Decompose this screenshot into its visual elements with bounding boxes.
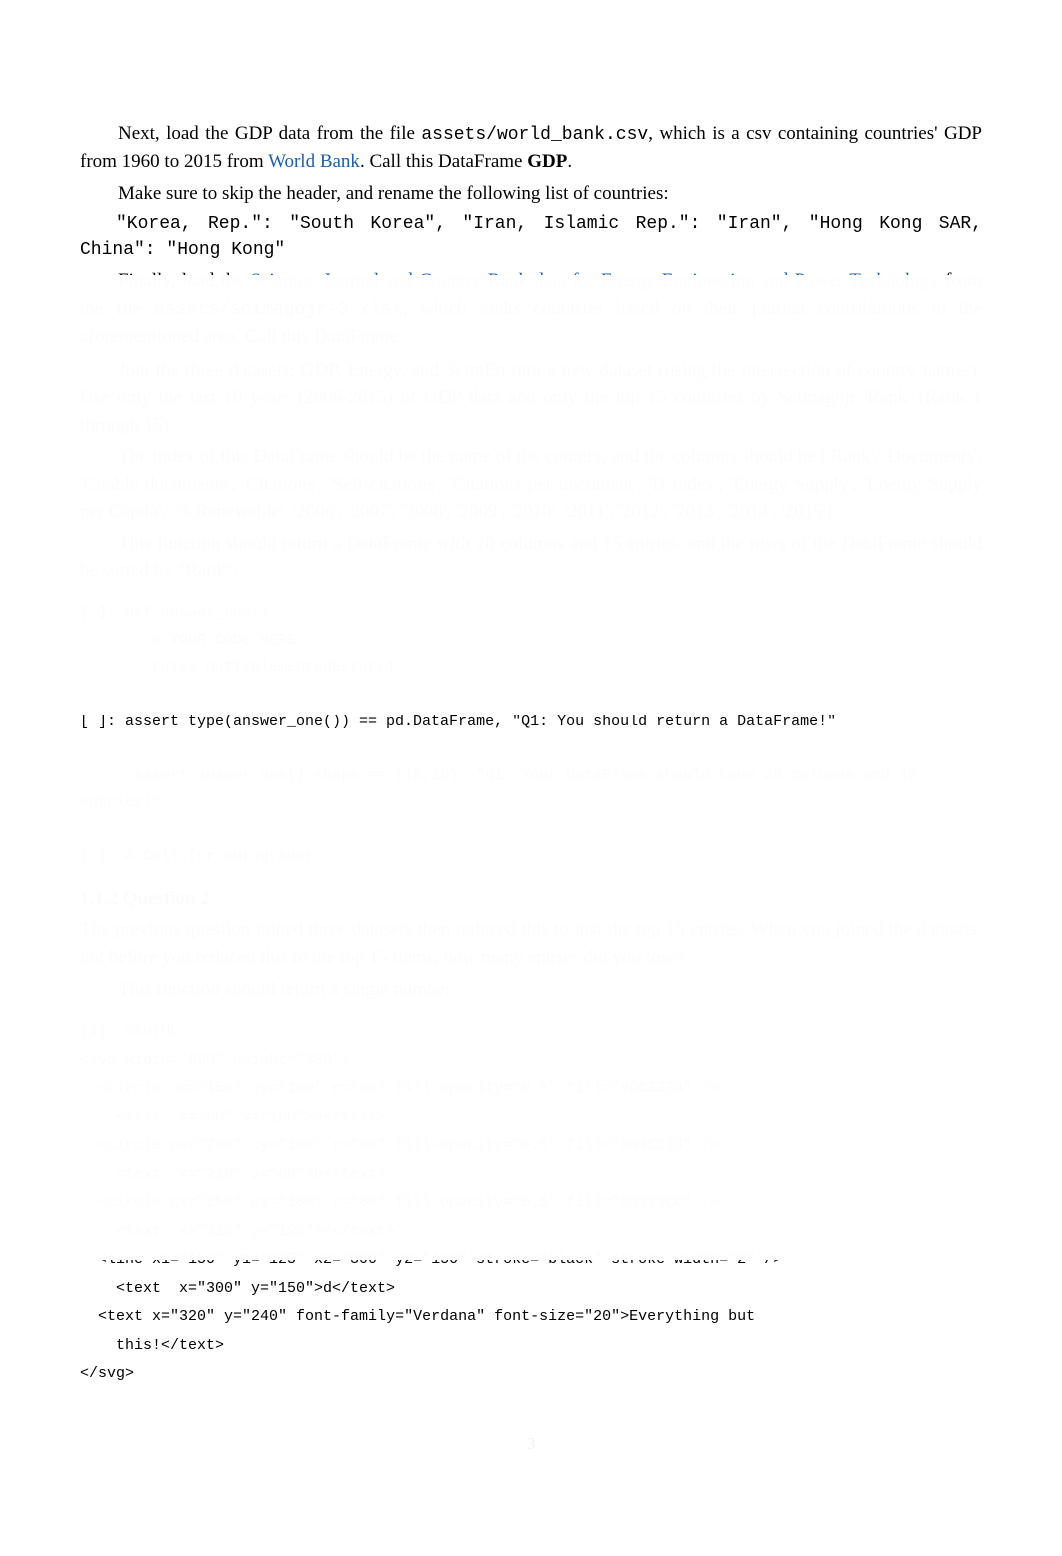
hidden-q2-heading: 1.1.2 Question 2 — [80, 885, 982, 913]
paragraph-skip-header: Make sure to skip the header, and rename… — [80, 180, 982, 208]
link-world-bank[interactable]: World Bank — [268, 151, 360, 172]
filename-worldbank-csv: assets/world_bank.csv — [421, 125, 648, 145]
document-page: Next, load the GDP data from the file as… — [0, 0, 1062, 1484]
code-cell-answer-one: [ ]: def answer_one(): # YOUR CODE HERE … — [80, 600, 982, 870]
paragraph-gdp-load: Next, load the GDP data from the file as… — [80, 120, 982, 176]
paragraph-scimago-load: Finally, load the Sciamgo Journal and Co… — [80, 267, 982, 350]
dataframe-name-gdp: GDP — [527, 151, 567, 172]
paragraph-country-rename-map: "Korea, Rep.": "South Korea", "Iran, Isl… — [80, 211, 982, 263]
code-cell-svg: [1]: %%HTML <svg width="800" height="300… — [80, 1018, 982, 1389]
link-scimago[interactable]: Sciamgo Journal and Country Rank data fo… — [250, 270, 938, 291]
page-number: 3 — [0, 1434, 1062, 1454]
hidden-block-2: The previous question joined three datas… — [80, 916, 982, 1388]
filename-scimago-xlsx: assets/scimagojr-3.xlsx — [154, 300, 402, 320]
hidden-block-1: Join the three datasets: GDP, Energy, an… — [80, 357, 982, 870]
